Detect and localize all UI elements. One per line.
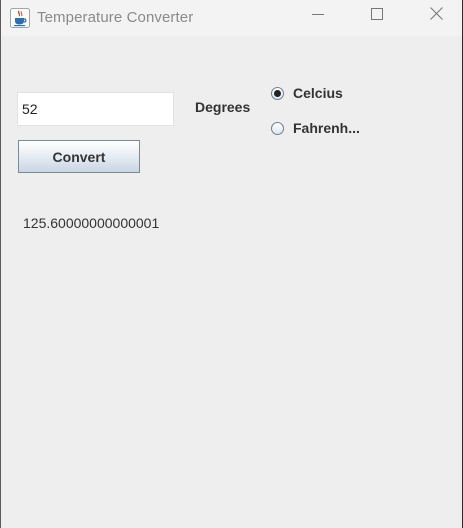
java-cup-icon xyxy=(10,8,30,28)
radio-fahrenheit-label: Fahrenh... xyxy=(293,120,360,136)
close-button[interactable] xyxy=(413,0,459,32)
window-title: Temperature Converter xyxy=(37,9,194,26)
convert-button[interactable]: Convert xyxy=(18,140,140,173)
minimize-button[interactable] xyxy=(295,0,341,32)
radio-celcius-label: Celcius xyxy=(293,85,343,101)
temperature-input[interactable] xyxy=(17,92,174,126)
radio-unselected-icon xyxy=(271,121,284,135)
maximize-button[interactable] xyxy=(354,0,400,32)
maximize-icon xyxy=(371,7,383,25)
result-label: 125.60000000000001 xyxy=(23,215,160,231)
app-window: Temperature Converter 52 Degrees Celcius… xyxy=(0,0,462,528)
title-bar[interactable]: Temperature Converter xyxy=(1,0,462,36)
radio-selected-icon xyxy=(271,86,284,100)
close-icon xyxy=(429,7,443,25)
radio-fahrenheit[interactable]: Fahrenh... xyxy=(271,118,360,138)
degrees-label: Degrees xyxy=(195,99,251,115)
content-panel: Degrees Celcius Fahrenh... Convert 125.6… xyxy=(1,36,462,528)
minimize-icon xyxy=(312,7,324,25)
radio-celcius[interactable]: Celcius xyxy=(271,83,343,103)
